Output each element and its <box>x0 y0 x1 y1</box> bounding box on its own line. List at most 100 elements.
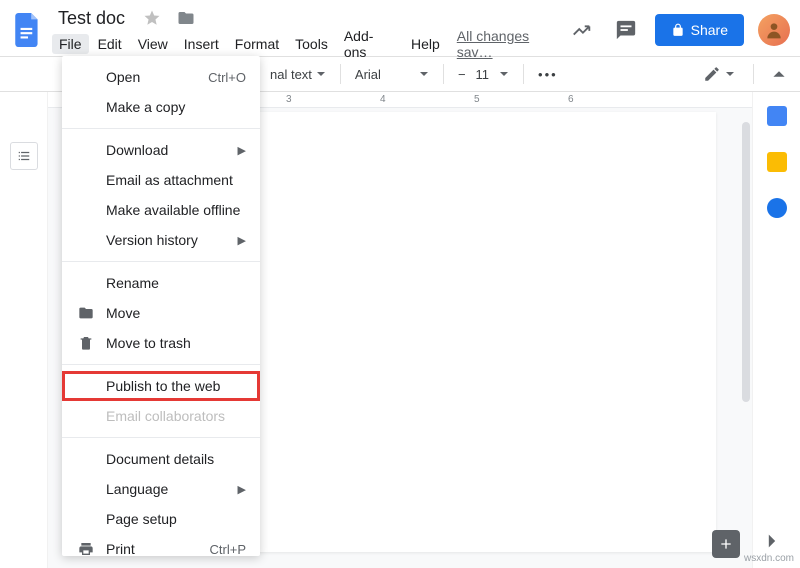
menu-item-label: Language <box>106 481 238 497</box>
file-menu-dropdown: OpenCtrl+OMake a copyDownload▶Email as a… <box>62 56 260 556</box>
file-menu-language[interactable]: Language▶ <box>62 474 260 504</box>
file-menu-print[interactable]: PrintCtrl+P <box>62 534 260 564</box>
more-toolbar-button[interactable]: ••• <box>532 63 564 86</box>
comments-button[interactable] <box>611 15 641 45</box>
collapse-toolbar-button[interactable] <box>766 63 792 85</box>
chevron-right-icon <box>764 533 780 549</box>
menu-item-label: Make a copy <box>106 99 246 115</box>
file-menu-email-collaborators: Email collaborators <box>62 401 260 431</box>
menu-separator <box>62 364 260 365</box>
menu-edit[interactable]: Edit <box>91 34 129 54</box>
docs-logo[interactable] <box>10 6 46 54</box>
star-icon <box>143 9 161 27</box>
chevron-up-icon <box>772 67 786 81</box>
menu-addons[interactable]: Add-ons <box>337 26 402 62</box>
trash-icon <box>76 335 96 351</box>
chevron-down-icon <box>419 69 429 79</box>
editing-mode-button[interactable] <box>697 61 741 87</box>
menu-separator <box>62 261 260 262</box>
file-menu-document-details[interactable]: Document details <box>62 444 260 474</box>
toolbar-separator <box>340 64 341 84</box>
menu-separator <box>62 128 260 129</box>
tasks-addon[interactable] <box>767 198 787 218</box>
file-menu-make-available-offline[interactable]: Make available offline <box>62 195 260 225</box>
style-label: nal text <box>270 67 312 82</box>
menu-shortcut: Ctrl+O <box>208 70 246 85</box>
font-size-decrease[interactable]: − <box>452 63 472 86</box>
menu-shortcut: Ctrl+P <box>210 542 246 557</box>
toolbar-separator <box>443 64 444 84</box>
menu-item-label: Version history <box>106 232 238 248</box>
folder-icon <box>76 305 96 321</box>
list-icon <box>17 149 31 163</box>
toolbar-separator <box>523 64 524 84</box>
menubar: File Edit View Insert Format Tools Add-o… <box>52 32 567 56</box>
menu-item-label: Email collaborators <box>106 408 246 424</box>
font-dropdown[interactable]: Arial <box>349 65 435 84</box>
file-menu-move[interactable]: Move <box>62 298 260 328</box>
save-status[interactable]: All changes sav… <box>457 28 567 60</box>
menu-item-label: Publish to the web <box>106 378 246 394</box>
menu-item-label: Open <box>106 69 208 85</box>
trend-icon <box>571 19 593 41</box>
star-button[interactable] <box>139 5 165 31</box>
ruler-tick: 3 <box>286 94 380 105</box>
menu-file[interactable]: File <box>52 34 89 54</box>
avatar-icon <box>764 20 784 40</box>
menu-item-label: Move to trash <box>106 335 246 351</box>
folder-icon <box>177 9 195 27</box>
menu-item-label: Move <box>106 305 246 321</box>
ruler-tick: 6 <box>568 94 662 105</box>
menu-item-label: Make available offline <box>106 202 246 218</box>
menu-item-label: Download <box>106 142 238 158</box>
menu-item-label: Rename <box>106 275 246 291</box>
ruler-tick: 5 <box>474 94 568 105</box>
file-menu-move-to-trash[interactable]: Move to trash <box>62 328 260 358</box>
chevron-right-icon: ▶ <box>238 483 246 496</box>
lock-icon <box>671 23 685 37</box>
chevron-down-icon <box>725 69 735 79</box>
side-panel-toggle[interactable] <box>764 533 780 554</box>
font-label: Arial <box>355 67 381 82</box>
share-button[interactable]: Share <box>655 14 744 46</box>
file-menu-email-as-attachment[interactable]: Email as attachment <box>62 165 260 195</box>
pencil-icon <box>703 65 721 83</box>
watermark: wsxdn.com <box>744 553 794 564</box>
calendar-addon[interactable] <box>767 106 787 126</box>
chevron-down-icon <box>499 69 509 79</box>
comment-icon <box>615 19 637 41</box>
user-avatar[interactable] <box>758 14 790 46</box>
menu-view[interactable]: View <box>131 34 175 54</box>
docs-file-icon <box>15 13 41 47</box>
file-menu-rename[interactable]: Rename <box>62 268 260 298</box>
vertical-scrollbar[interactable] <box>742 122 750 402</box>
file-menu-download[interactable]: Download▶ <box>62 135 260 165</box>
move-button[interactable] <box>173 5 199 31</box>
menu-help[interactable]: Help <box>404 34 447 54</box>
menu-item-label: Print <box>106 541 210 557</box>
menu-format[interactable]: Format <box>228 34 286 54</box>
style-dropdown[interactable]: nal text <box>264 65 332 84</box>
file-menu-page-setup[interactable]: Page setup <box>62 504 260 534</box>
chevron-right-icon: ▶ <box>238 144 246 157</box>
chevron-down-icon <box>316 69 326 79</box>
doc-title[interactable]: Test doc <box>52 6 131 31</box>
toolbar-separator <box>753 64 754 84</box>
menu-item-label: Email as attachment <box>106 172 246 188</box>
file-menu-version-history[interactable]: Version history▶ <box>62 225 260 255</box>
explore-button[interactable] <box>712 530 740 558</box>
file-menu-open[interactable]: OpenCtrl+O <box>62 62 260 92</box>
keep-addon[interactable] <box>767 152 787 172</box>
menu-separator <box>62 437 260 438</box>
activity-button[interactable] <box>567 15 597 45</box>
menu-tools[interactable]: Tools <box>288 34 335 54</box>
font-size[interactable]: 11 <box>476 67 490 82</box>
file-menu-make-a-copy[interactable]: Make a copy <box>62 92 260 122</box>
menu-item-label: Page setup <box>106 511 246 527</box>
ruler-tick: 4 <box>380 94 474 105</box>
chevron-right-icon: ▶ <box>238 234 246 247</box>
font-size-increase[interactable] <box>493 65 515 83</box>
outline-toggle[interactable] <box>10 142 38 170</box>
menu-insert[interactable]: Insert <box>177 34 226 54</box>
file-menu-publish-to-the-web[interactable]: Publish to the web <box>62 371 260 401</box>
